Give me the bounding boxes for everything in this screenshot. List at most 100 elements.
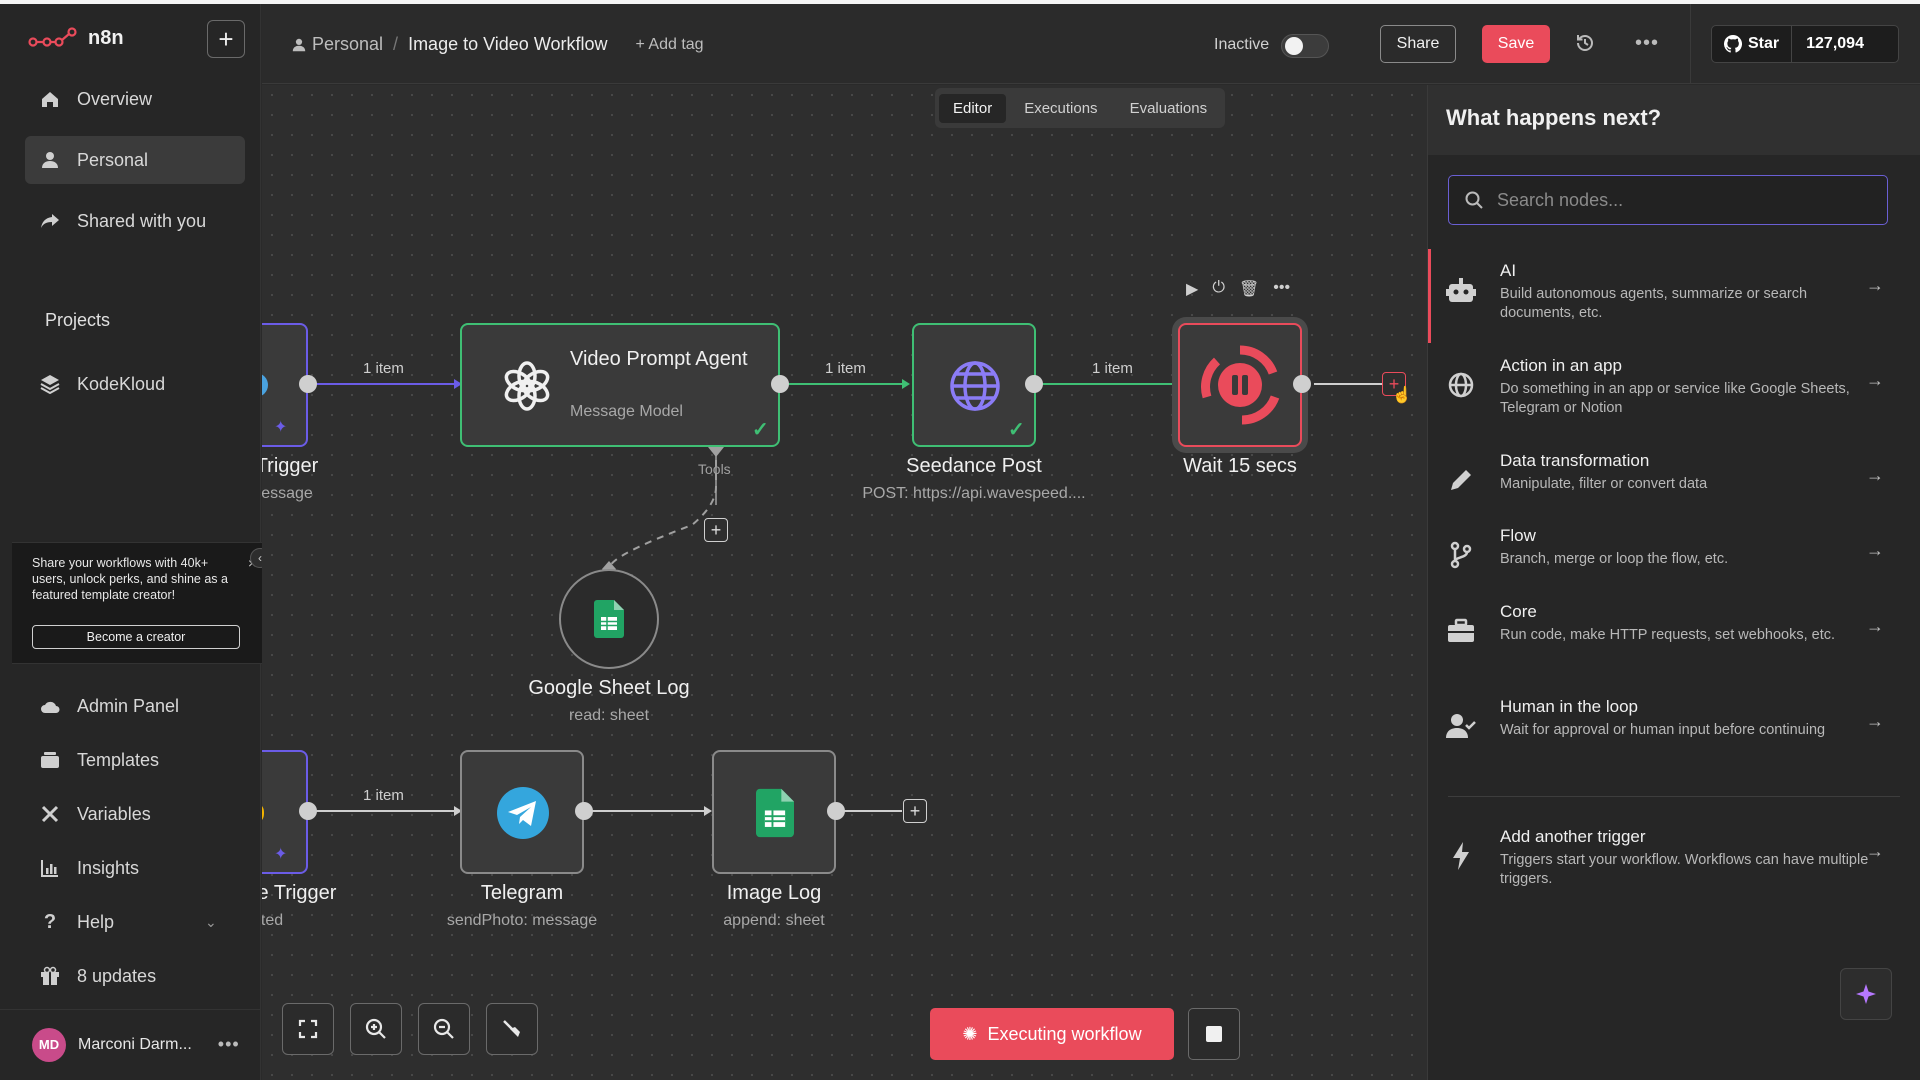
power-icon[interactable]: ⏻ [1212,279,1225,299]
node-image-log[interactable] [712,750,836,874]
search-placeholder: Search nodes... [1497,189,1624,210]
connection-label: 1 item [1092,360,1133,377]
sidebar-item-variables[interactable]: Variables [25,790,245,838]
output-port[interactable] [299,802,317,820]
user-more-button[interactable]: ••• [218,1034,240,1055]
node-wait[interactable] [1178,323,1302,447]
search-input[interactable]: Search nodes... [1448,175,1888,225]
more-options-button[interactable]: ••• [1635,32,1659,55]
github-area: Star 127,094 [1690,4,1920,84]
sidebar-item-label: Insights [77,857,140,878]
category-flow[interactable]: Flow Branch, merge or loop the flow, etc… [1428,526,1920,596]
home-icon [39,88,61,110]
sidebar-item-help[interactable]: ? Help ⌄ [25,898,245,946]
sidebar-item-updates[interactable]: 8 updates [25,952,245,1000]
sidebar-item-personal[interactable]: Personal [25,136,245,184]
trigger-logo [262,802,264,824]
node-google-sheet-log[interactable] [559,569,659,669]
category-core[interactable]: Core Run code, make HTTP requests, set w… [1428,602,1920,672]
category-human-in-the-loop[interactable]: Human in the loop Wait for approval or h… [1428,697,1920,767]
category-data-transformation[interactable]: Data transformation Manipulate, filter o… [1428,451,1920,521]
output-port[interactable] [771,375,789,393]
node-subtitle: ted [262,912,284,929]
github-star-button[interactable]: Star 127,094 [1711,25,1899,63]
sparkle-icon [1856,984,1876,1004]
history-icon[interactable] [1574,32,1598,56]
pen-icon [1446,465,1476,495]
sidebar-item-label: Shared with you [77,210,207,231]
logo[interactable]: n8n [28,26,124,50]
globe-icon [950,361,1000,411]
category-description: Run code, make HTTP requests, set webhoo… [1500,627,1836,643]
trash-icon[interactable]: 🗑 [1239,279,1259,299]
category-description: Build autonomous agents, summarize or se… [1500,286,1808,321]
avatar: MD [32,1027,66,1062]
user-icon [292,38,306,51]
node-telegram[interactable] [460,750,584,874]
add-tool-button[interactable]: + [704,518,728,542]
sidebar-item-insights[interactable]: Insights [25,844,245,892]
zoom-in-icon [365,1018,386,1039]
node-seedance-post[interactable]: ✓ [912,323,1036,447]
output-port[interactable] [827,802,845,820]
workflow-name[interactable]: Image to Video Workflow [408,34,607,55]
save-button[interactable]: Save [1482,25,1550,63]
category-description: Branch, merge or loop the flow, etc. [1500,551,1729,567]
breadcrumb-project[interactable]: Personal [292,34,383,55]
category-action-in-app[interactable]: Action in an app Do something in an app … [1428,356,1920,426]
output-port[interactable] [1293,375,1311,393]
box-icon [39,749,61,771]
play-icon[interactable]: ▶ [1186,279,1198,299]
category-add-trigger[interactable]: Add another trigger Triggers start your … [1428,827,1920,897]
category-description: Triggers start your workflow. Workflows … [1500,852,1869,887]
pin-icon: ✦ [274,846,288,863]
header: Personal / Image to Video Workflow + Add… [262,4,1920,84]
bolt-icon [1446,841,1476,871]
ai-assistant-button[interactable] [1840,968,1892,1020]
sidebar-item-templates[interactable]: Templates [25,736,245,784]
output-port[interactable] [299,375,317,393]
add-node-button[interactable]: + [903,799,927,823]
arrow-right-icon: → [1866,275,1884,295]
user-name: Marconi Darm... [78,1035,192,1053]
node-subtitle: POST: https://api.wavespeed.... [862,485,1086,502]
user-menu[interactable]: MD Marconi Darm... ••• [0,1009,261,1079]
category-title: Action in an app [1500,356,1622,375]
add-tag-button[interactable]: + Add tag [636,36,704,54]
zoom-in-button[interactable] [350,1003,402,1055]
sidebar-item-shared[interactable]: Shared with you [25,197,245,245]
gift-icon [39,965,61,987]
panel-title: What happens next? [1428,85,1920,155]
breadcrumb-project-label: Personal [312,34,384,54]
executing-workflow-button[interactable]: ✺ Executing workflow [930,1008,1174,1060]
category-description: Do something in an app or service like G… [1500,381,1850,416]
sidebar-item-label: Variables [77,803,151,824]
sidebar-item-kodekloud[interactable]: KodeKloud [25,360,245,408]
node-video-prompt-agent[interactable]: Video Prompt Agent Message Model ✓ [460,323,780,447]
create-new-button[interactable]: + [207,20,245,58]
sidebar-item-label: 8 updates [77,965,157,986]
tidy-up-button[interactable] [486,1003,538,1055]
sidebar-item-label: Templates [77,749,160,770]
category-ai[interactable]: AI Build autonomous agents, summarize or… [1428,249,1920,343]
share-icon [39,210,61,232]
node-subtitle: append: sheet [723,912,825,929]
output-port[interactable] [1025,375,1043,393]
node-subtitle: sendPhoto: message [446,912,598,929]
toggle-knob [1285,37,1303,55]
category-description: Manipulate, filter or convert data [1500,476,1708,492]
broom-icon [503,1020,520,1037]
more-icon[interactable]: ••• [1273,279,1290,299]
workflow-canvas[interactable]: Editor Executions Evaluations 1 item 1 i… [262,85,1427,1080]
active-toggle[interactable] [1281,34,1329,58]
sidebar-item-admin-panel[interactable]: Admin Panel [25,682,245,730]
output-port[interactable] [575,802,593,820]
zoom-out-button[interactable] [418,1003,470,1055]
sidebar-item-overview[interactable]: Overview [25,75,245,123]
telegram-icon [497,787,549,839]
fit-view-button[interactable] [282,1003,334,1055]
category-title: Add another trigger [1500,827,1646,846]
stop-execution-button[interactable] [1188,1008,1240,1060]
share-button[interactable]: Share [1380,25,1456,63]
become-creator-button[interactable]: Become a creator [32,625,240,649]
